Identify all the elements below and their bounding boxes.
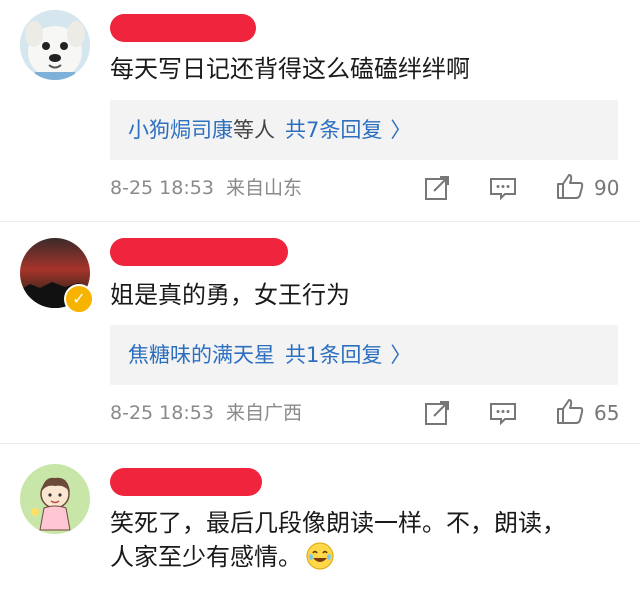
comment-icon[interactable] — [488, 398, 518, 428]
reply-count[interactable]: 共7条回复 — [285, 118, 382, 142]
comment-text: 每天写日记还背得这么磕磕绊绊啊 — [110, 55, 470, 83]
comment-meta: 8-25 18:53 来自广西 — [110, 398, 302, 428]
chevron-right-icon: 〉 — [390, 343, 412, 367]
timestamp: 8-25 18:53 — [110, 402, 214, 424]
comment-text-line: 人家至少有感情。 — [110, 543, 302, 571]
reply-names[interactable]: 小狗焗司康 — [128, 118, 233, 142]
reply-suffix: 等人 — [233, 118, 275, 142]
reply-names[interactable]: 焦糖味的满天星 — [128, 343, 275, 367]
comment-text-line-2: 人家至少有感情。 — [110, 540, 620, 574]
timestamp: 8-25 18:53 — [110, 177, 214, 199]
reply-summary[interactable]: 小狗焗司康等人 共7条回复〉 — [110, 100, 618, 160]
location: 来自广西 — [225, 402, 302, 424]
like-icon[interactable] — [555, 171, 585, 201]
dog-avatar-image — [20, 10, 90, 80]
reply-count[interactable]: 共1条回复 — [285, 343, 382, 367]
avatar[interactable] — [20, 10, 90, 80]
share-icon[interactable] — [422, 398, 452, 428]
comment-text: 笑死了，最后几段像朗读一样。不，朗读， 人家至少有感情。 — [110, 506, 620, 574]
comment-item: 笑死了，最后几段像朗读一样。不，朗读， 人家至少有感情。 — [0, 444, 640, 591]
like-icon[interactable] — [555, 396, 585, 426]
laugh-emoji-icon — [306, 542, 334, 570]
chevron-right-icon: 〉 — [390, 118, 412, 142]
comment-item: ✓ 姐是真的勇，女王行为 焦糖味的满天星 共1条回复〉 8-25 18:53 来自… — [0, 222, 640, 444]
comment-text: 姐是真的勇，女王行为 — [110, 281, 350, 309]
share-icon[interactable] — [422, 173, 452, 203]
username-redacted[interactable] — [110, 468, 262, 496]
comment-item: 每天写日记还背得这么磕磕绊绊啊 小狗焗司康等人 共7条回复〉 8-25 18:53… — [0, 0, 640, 222]
comment-icon[interactable] — [488, 173, 518, 203]
username-redacted[interactable] — [110, 238, 288, 266]
cartoon-girl-avatar-image — [20, 464, 90, 534]
like-count: 65 — [594, 401, 620, 425]
comment-meta: 8-25 18:53 来自山东 — [110, 173, 302, 203]
verified-badge-icon: ✓ — [64, 284, 94, 314]
comment-text-line: 笑死了，最后几段像朗读一样。不，朗读， — [110, 509, 566, 537]
location: 来自山东 — [225, 177, 302, 199]
avatar[interactable] — [20, 464, 90, 534]
username-redacted[interactable] — [110, 14, 256, 42]
like-count: 90 — [594, 176, 620, 200]
reply-summary[interactable]: 焦糖味的满天星 共1条回复〉 — [110, 325, 618, 385]
